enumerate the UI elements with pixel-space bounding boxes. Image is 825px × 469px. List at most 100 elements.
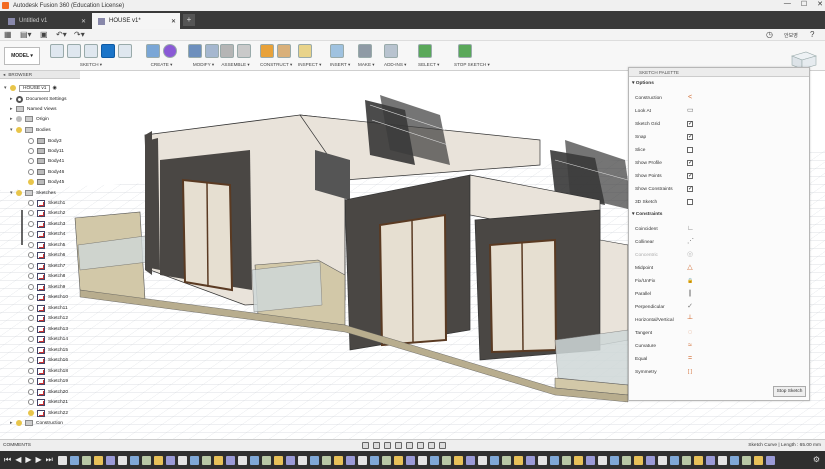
timeline-feature-icon[interactable] [250, 456, 259, 465]
select-icon[interactable] [418, 44, 432, 58]
perpendicular-icon[interactable]: ✓ [687, 303, 693, 310]
timeline-feature-icon[interactable] [742, 456, 751, 465]
browser-item-named-views[interactable]: ▸ Named Views [10, 104, 57, 114]
timeline-feature-icon[interactable] [658, 456, 667, 465]
timeline-feature-icon[interactable] [706, 456, 715, 465]
mirror-icon[interactable] [118, 44, 132, 58]
constraint-perpendicular[interactable]: Perpendicular ✓ [635, 302, 805, 312]
timeline-feature-icon[interactable] [670, 456, 679, 465]
browser-item-bodies[interactable]: ▾ Bodies [10, 125, 51, 135]
visibility-eye-icon[interactable] [28, 158, 34, 164]
checkbox-checked[interactable]: ✓ [687, 186, 693, 192]
visibility-eye-icon[interactable] [28, 148, 34, 154]
browser-item-sketch[interactable]: Sketch7 [28, 261, 65, 271]
constraint-coincident[interactable]: Coincident ∟ [635, 224, 805, 234]
visibility-eye-icon[interactable] [28, 399, 34, 405]
visibility-eye-icon[interactable] [28, 347, 34, 353]
timeline-feature-icon[interactable] [70, 456, 79, 465]
line-icon[interactable] [67, 44, 81, 58]
collinear-icon[interactable]: ⋰ [687, 238, 694, 245]
checkbox-checked[interactable]: ✓ [687, 134, 693, 140]
timeline-feature-icon[interactable] [766, 456, 775, 465]
constraint-parallel[interactable]: Parallel ∥ [635, 289, 805, 299]
timeline-feature-icon[interactable] [694, 456, 703, 465]
undo-icon[interactable]: ↶▾ [56, 30, 67, 39]
browser-item-sketch[interactable]: Sketch19 [28, 376, 68, 386]
constraint-collinear[interactable]: Collinear ⋰ [635, 237, 805, 247]
timeline-feature-icon[interactable] [154, 456, 163, 465]
browser-item-body[interactable]: Body45 [28, 177, 64, 187]
browser-item-sketch[interactable]: Sketch11 [28, 303, 68, 313]
browser-item-sketch[interactable]: Sketch1 [28, 198, 65, 208]
timeline-feature-icon[interactable] [574, 456, 583, 465]
grid-settings-icon[interactable] [428, 442, 435, 449]
constraint-equal[interactable]: Equal = [635, 354, 805, 364]
go-to-end-icon[interactable]: ⏭ [46, 455, 53, 465]
tab-close-icon[interactable]: ✕ [81, 18, 86, 25]
timeline-feature-icon[interactable] [274, 456, 283, 465]
browser-item-sketch[interactable]: Sketch12 [28, 313, 68, 323]
sphere-icon[interactable] [163, 44, 177, 58]
browser-item-sketch[interactable]: Sketch18 [28, 366, 68, 376]
lightbulb-icon[interactable] [10, 85, 16, 91]
timeline-feature-icon[interactable] [370, 456, 379, 465]
maximize-button[interactable]: ☐ [801, 0, 807, 8]
timeline-feature-icon[interactable] [334, 456, 343, 465]
visibility-eye-icon[interactable] [28, 200, 34, 206]
timeline-feature-icon[interactable] [262, 456, 271, 465]
browser-item-sketch[interactable]: Sketch6 [28, 250, 65, 260]
timeline-feature-icon[interactable] [94, 456, 103, 465]
timeline-feature-icon[interactable] [418, 456, 427, 465]
lightbulb-icon[interactable] [28, 410, 34, 416]
activate-icon[interactable]: ◉ [52, 86, 56, 91]
timeline-feature-icon[interactable] [598, 456, 607, 465]
timeline-feature-icon[interactable] [634, 456, 643, 465]
timeline-feature-icon[interactable] [430, 456, 439, 465]
option-3d-sketch[interactable]: 3D Sketch [635, 197, 805, 207]
browser-item-body[interactable]: Body46 [28, 167, 64, 177]
constraint-tangent[interactable]: Tangent ◌ [635, 328, 805, 338]
timeline-feature-icon[interactable] [478, 456, 487, 465]
rectangle-icon[interactable] [84, 44, 98, 58]
modify-menu[interactable]: MODIFY ▾ [188, 62, 219, 68]
inspect-menu[interactable]: INSPECT ▾ [298, 62, 321, 68]
inspect-group[interactable]: INSPECT ▾ [298, 44, 321, 70]
comments-label[interactable]: COMMENTS [3, 443, 31, 448]
timeline-feature-icon[interactable] [526, 456, 535, 465]
plane-icon[interactable] [277, 44, 291, 58]
timeline-feature-icon[interactable] [646, 456, 655, 465]
stop-sketch-menu[interactable]: STOP SKETCH ▾ [454, 62, 490, 68]
browser-header[interactable]: ◂ BROWSER [0, 71, 80, 79]
step-back-icon[interactable]: ◀ [15, 455, 21, 465]
3d-print-icon[interactable] [358, 44, 372, 58]
browser-item-sketch[interactable]: Sketch22 [28, 408, 68, 418]
browser-item-sketch[interactable]: Sketch2 [28, 208, 65, 218]
browser-item-construction[interactable]: ▸ Construction [10, 418, 63, 428]
tangent-icon[interactable]: ◌ [687, 329, 693, 336]
option-show-profile[interactable]: Show Profile ✓ [635, 158, 805, 168]
timeline-feature-icon[interactable] [142, 456, 151, 465]
option-sketch-grid[interactable]: Sketch Grid ✓ [635, 119, 805, 129]
browser-item-document-settings[interactable]: ▸ Document Settings [10, 94, 67, 104]
grid-menu-icon[interactable]: ▦ [4, 30, 12, 39]
timeline-feature-icon[interactable] [514, 456, 523, 465]
select-menu[interactable]: SELECT ▾ [418, 62, 439, 68]
browser-item-sketch[interactable]: Sketch16 [28, 355, 68, 365]
timeline-feature-icon[interactable] [538, 456, 547, 465]
look-at-icon[interactable]: ▭ [687, 107, 694, 114]
tab-untitled[interactable]: Untitled v1 ✕ [2, 13, 90, 29]
browser-item-body[interactable]: Body11 [28, 146, 64, 156]
visibility-eye-icon[interactable] [28, 221, 34, 227]
insert-group[interactable]: INSERT ▾ [330, 44, 350, 70]
parallel-icon[interactable]: ∥ [687, 290, 693, 297]
press-pull-icon[interactable] [188, 44, 202, 58]
lightbulb-icon[interactable] [16, 420, 22, 426]
checkbox-unchecked[interactable] [687, 199, 693, 205]
constraint-curvature[interactable]: Curvature ≈ [635, 341, 805, 351]
palette-header[interactable]: SKETCH PALETTE [629, 68, 809, 77]
timeline-feature-icon[interactable] [286, 456, 295, 465]
viewports-icon[interactable] [439, 442, 446, 449]
timeline-feature-icon[interactable] [754, 456, 763, 465]
timeline-feature-icon[interactable] [358, 456, 367, 465]
assemble-menu[interactable]: ASSEMBLE ▾ [220, 62, 251, 68]
